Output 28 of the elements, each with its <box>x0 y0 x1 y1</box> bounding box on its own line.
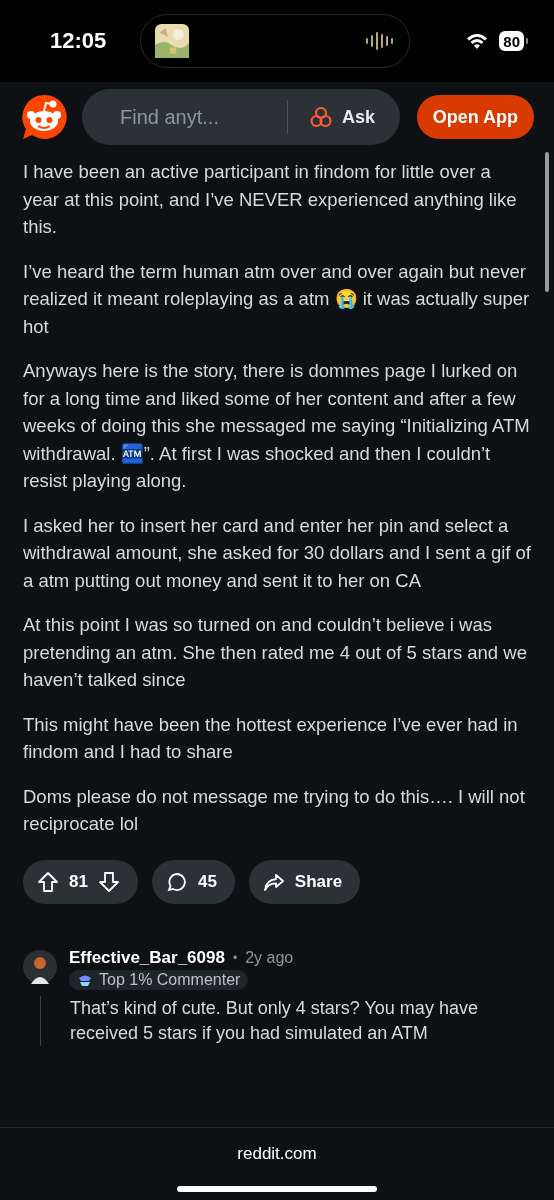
snoo-logo-icon[interactable] <box>20 93 68 141</box>
separator-dot: • <box>232 950 238 965</box>
post-paragraph: At this point I was so turned on and couldn’t believe i was pretending an atm. She then rated me 4 out of 5 stars and we haven’t talked since <box>23 613 528 692</box>
post-paragraph: This might have been the hottest experience I’ve ever had in findom and I had to share <box>23 712 519 764</box>
comment-age: 2y ago <box>245 948 294 967</box>
post-paragraph: I have been an active participant in findom for little over a year at this point, and I’ve NEVER experienced anything like this. <box>23 160 518 239</box>
status-time: 12:05 <box>50 28 108 54</box>
url-label[interactable]: reddit.com <box>237 1144 317 1164</box>
wifi-icon <box>465 32 490 50</box>
upvote-icon[interactable] <box>37 870 59 893</box>
post-paragraph: I’ve heard the term human atm over and over again but never realized it meant roleplaying as a atm 😭 it was actually super hot <box>23 259 531 339</box>
downvote-icon[interactable] <box>97 870 120 893</box>
comments-button[interactable]: 45 <box>151 859 235 904</box>
share-button[interactable]: Share <box>248 859 361 904</box>
waveform-icon <box>365 31 395 51</box>
ask-icon <box>310 106 332 128</box>
vote-count: 81 <box>69 871 88 892</box>
search-field[interactable]: Find anyt... Ask <box>82 89 400 145</box>
avatar-icon[interactable] <box>23 949 57 984</box>
post-paragraph: Doms please do not message me trying to do this…. I will not reciprocate lol <box>23 784 526 836</box>
commenter-badge: Top 1% Commenter <box>69 969 249 990</box>
post-paragraph: Anyways here is the story, there is dommes page I lurked on for a long time and liked some of her content and after a few weeks of doing this she messaged me saying “Initializing ATM withdrawal. 🏧”. At first I was shocked and then I couldn’t resist playing along. <box>23 359 531 493</box>
open-app-button[interactable]: Open App <box>416 95 534 139</box>
post-paragraph: I asked her to insert her card and enter her pin and select a withdrawal amount, she asked for 30 dollars and I sent a gif of a atm putting out money and sent it to her on CA <box>23 513 532 593</box>
ask-button[interactable]: Ask <box>288 106 376 128</box>
comment-icon <box>165 870 188 893</box>
comment-text: That’s kind of cute. But only 4 stars? You may have received 5 stars if you had simulated an ATM <box>70 996 479 1045</box>
comment-author[interactable]: Effective_Bar_6098 <box>69 947 225 968</box>
